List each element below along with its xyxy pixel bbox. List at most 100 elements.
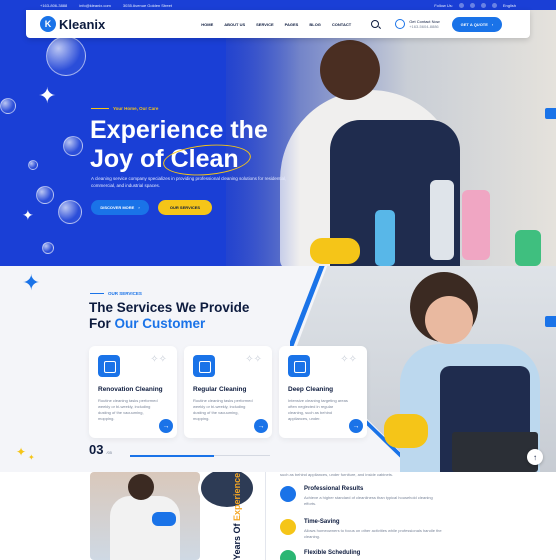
hero-title-line2: Joy of [90,145,164,173]
service-card-desc: Routine cleaning tasks performed weekly … [193,398,253,421]
side-settings-tab[interactable] [545,316,556,327]
about-section: Years Of Experience such as behind appli… [0,472,556,560]
bubble-icon [0,98,16,114]
linkedin-icon[interactable] [480,2,486,8]
phone-icon [395,19,406,29]
topbar-email[interactable]: info@kleanix.com [79,3,111,8]
sparkle-icon: ✦ [16,445,27,459]
bubble-icon [28,160,38,170]
contact-text: Get Contact Now +163-5604-8886 [409,19,439,29]
services-eyebrow: OUR SERVICES [90,291,142,296]
hero-subtitle: A cleaning service company specializes i… [91,176,287,188]
service-card[interactable]: ✧✧ Renovation Cleaning Routine cleaning … [89,346,177,438]
sparkle-icon: ✦ [28,453,35,462]
about-photo-body [110,496,180,560]
service-card-title: Renovation Cleaning [98,386,163,393]
sparkle-icon: ✧✧ [340,354,357,365]
brand-logo[interactable]: K Kleanix [40,16,105,32]
get-quote-button[interactable]: GET A QUOTE › [451,16,503,32]
nav-menu: HOME ABOUT US SERVICE PAGES BLOG CONTACT [201,22,351,27]
sparkle-icon: ✦ [22,270,41,295]
services-title-for: For [89,316,111,331]
hero-section: ✦ ✦ Your Home, Our Care Experience the J… [0,10,556,266]
professional-results-icon [280,486,296,502]
yellow-glove [310,238,360,264]
services-title: The Services We Provide For Our Customer [89,300,279,332]
facebook-icon[interactable] [458,2,464,8]
services-section: ✦ ✦ ✦ OUR SERVICES The Services We Provi… [0,266,556,472]
service-card-desc: Intensive cleaning targeting areas often… [288,398,348,421]
service-card-title: Regular Cleaning [193,386,247,393]
arrow-right-icon[interactable]: → [159,419,173,433]
years-accent: Experience [232,472,242,521]
service-card[interactable]: ✧✧ Regular Cleaning Routine cleaning tas… [184,346,272,438]
scroll-to-top-button[interactable]: ↑ [527,449,543,465]
contact-number: +163-5604-8886 [409,24,439,29]
side-settings-tab[interactable] [545,108,556,119]
service-card[interactable]: ✧✧ Deep Cleaning Intensive cleaning targ… [279,346,367,438]
sparkle-icon: ✧✧ [245,354,262,365]
service-card-title: Deep Cleaning [288,386,334,393]
nav-item-service[interactable]: SERVICE [256,22,274,27]
discover-more-label: DISCOVER MORE [100,205,135,210]
nav-item-contact[interactable]: CONTACT [332,22,351,27]
bubble-icon [46,36,86,76]
instagram-icon[interactable] [491,2,497,8]
hero-woman-head [320,40,380,100]
sparkle-icon: ✦ [38,83,57,108]
about-intro-tail: such as behind appliances, under furnitu… [280,472,393,477]
services-title-line1: The Services We Provide [89,300,250,315]
arrow-right-icon: › [491,21,494,27]
time-saving-icon [280,519,296,535]
deep-cleaning-icon [288,355,310,377]
topbar-phone[interactable]: +163-806-3888 [40,3,67,8]
bubble-icon [42,242,54,254]
slider-counter: 03 /05 [89,442,112,457]
about-photo-glove [152,512,176,526]
years-experience-label: Years Of Experience [232,473,242,560]
twitter-icon[interactable] [469,2,475,8]
sparkle-icon: ✦ [22,207,34,223]
nav-item-blog[interactable]: BLOG [309,22,321,27]
our-services-label: OUR SERVICES [169,205,201,210]
feature-title: Professional Results [304,486,364,492]
slider-total: /05 [106,450,113,455]
years-prefix: Years Of [232,523,242,560]
our-services-button[interactable]: OUR SERVICES [158,200,212,215]
arrow-right-icon[interactable]: → [349,419,363,433]
bubble-icon [58,200,82,224]
discover-more-button[interactable]: DISCOVER MORE › [91,200,149,215]
spray-bottle-blue [375,210,395,266]
service-card-desc: Routine cleaning tasks performed weekly … [98,398,158,421]
services-eyebrow-text: OUR SERVICES [108,291,142,296]
spray-bottle-green [515,230,541,266]
feature-title: Flexible Scheduling [304,550,361,556]
language-select[interactable]: English [503,3,516,8]
nav-item-home[interactable]: HOME [201,22,213,27]
regular-cleaning-icon [193,355,215,377]
hero-eyebrow: Your Home, Our Care [91,106,158,111]
about-circle-photo [198,472,256,510]
search-icon[interactable] [371,20,380,28]
feature-desc: Allows homeowners to focus on other acti… [304,528,442,539]
slider-current: 03 [89,442,104,457]
feature-title: Time-Saving [304,519,340,525]
nav-item-pages[interactable]: PAGES [285,22,299,27]
brand-mark: K [40,16,56,32]
services-laptop [452,432,538,472]
bubble-icon [36,186,54,204]
brand-name: Kleanix [59,16,106,32]
arrow-right-icon[interactable]: → [254,419,268,433]
nav-item-about[interactable]: ABOUT US [224,22,245,27]
slider-progress-fill [130,454,214,457]
divider [265,472,266,560]
get-quote-label: GET A QUOTE [460,21,488,27]
hero-title-line1: Experience the [90,116,268,144]
slider-progress[interactable] [130,454,270,457]
about-photo-head [128,474,154,500]
top-info-bar: +163-806-3888 info@kleanix.com 3035 Aven… [0,0,556,10]
bubble-icon [63,136,83,156]
hero-title-highlight-wrap: Clean [161,141,252,179]
nav-contact[interactable]: Get Contact Now +163-5604-8886 [395,19,440,29]
arrow-right-icon: › [138,205,140,210]
